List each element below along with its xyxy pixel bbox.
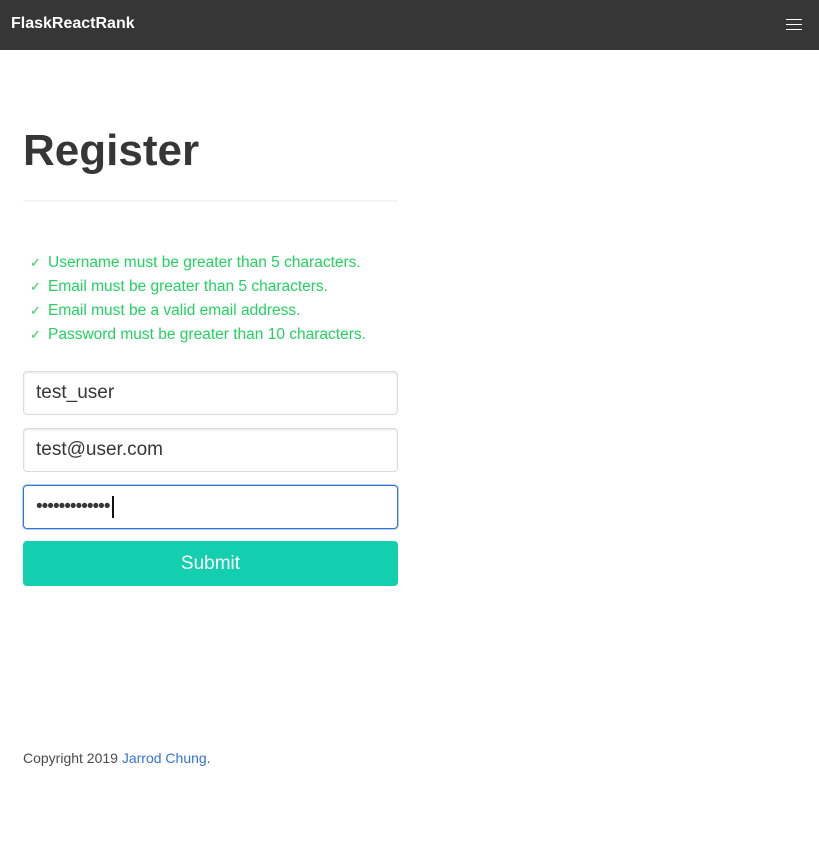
- check-icon: ✓: [30, 327, 41, 342]
- submit-button[interactable]: Submit: [23, 541, 398, 586]
- title-divider: [23, 200, 398, 202]
- email-input[interactable]: test@user.com: [23, 428, 398, 472]
- burger-line: [786, 19, 802, 20]
- validation-rule-password-length: ✓ Password must be greater than 10 charac…: [30, 323, 366, 347]
- rule-text: Username must be greater than 5 characte…: [48, 254, 361, 271]
- password-masked-value: •••••••••••••: [36, 496, 110, 517]
- check-icon: ✓: [30, 303, 41, 318]
- burger-line: [786, 24, 802, 25]
- username-value: test_user: [36, 382, 115, 403]
- footer: Copyright 2019 Jarrod Chung.: [23, 749, 211, 767]
- rule-text: Password must be greater than 10 charact…: [48, 326, 366, 343]
- burger-line: [786, 29, 802, 30]
- validation-rule-email-length: ✓ Email must be greater than 5 characters…: [30, 275, 366, 299]
- navbar: FlaskReactRank: [0, 0, 819, 50]
- validation-rules-list: ✓ Username must be greater than 5 charact…: [30, 251, 366, 347]
- page-title: Register: [23, 126, 200, 175]
- email-value: test@user.com: [36, 439, 163, 460]
- rule-text: Email must be greater than 5 characters.: [48, 278, 328, 295]
- text-cursor: [112, 496, 114, 518]
- validation-rule-email-valid: ✓ Email must be a valid email address.: [30, 299, 366, 323]
- check-icon: ✓: [30, 279, 41, 294]
- username-input[interactable]: test_user: [23, 371, 398, 415]
- footer-trailing: .: [206, 750, 211, 766]
- hamburger-menu-icon[interactable]: [786, 18, 802, 30]
- author-link[interactable]: Jarrod Chung: [122, 750, 207, 766]
- brand-logo-link[interactable]: FlaskReactRank: [11, 15, 135, 33]
- validation-rule-username-length: ✓ Username must be greater than 5 charact…: [30, 251, 366, 275]
- password-input[interactable]: •••••••••••••: [23, 485, 398, 529]
- rule-text: Email must be a valid email address.: [48, 302, 301, 319]
- check-icon: ✓: [30, 255, 41, 270]
- copyright-text: Copyright 2019: [23, 750, 122, 766]
